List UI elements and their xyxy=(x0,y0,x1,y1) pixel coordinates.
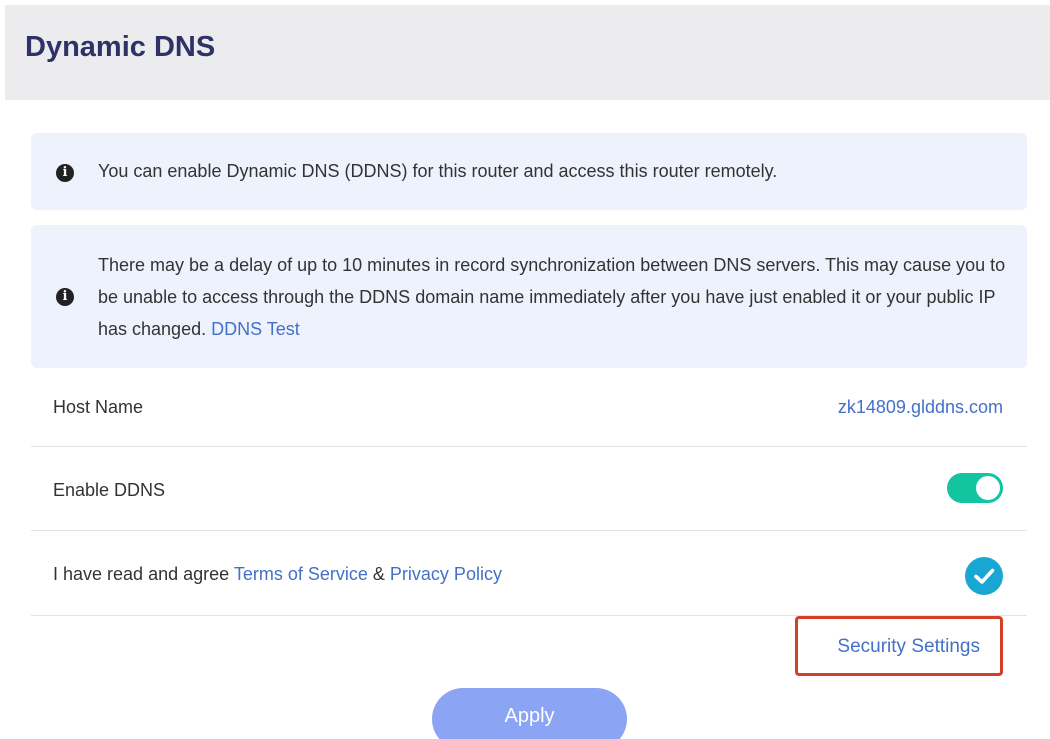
privacy-policy-link[interactable]: Privacy Policy xyxy=(390,564,502,584)
toggle-knob xyxy=(976,476,1000,500)
page-title: Dynamic DNS xyxy=(25,31,216,63)
terms-agreement-row: I have read and agree Terms of Service &… xyxy=(31,531,1027,616)
apply-button[interactable]: Apply xyxy=(432,688,627,739)
info-icon: i xyxy=(56,288,74,306)
security-settings-highlight: Security Settings xyxy=(795,616,1003,676)
page-header: Dynamic DNS xyxy=(5,5,1050,100)
enable-ddns-toggle[interactable] xyxy=(947,473,1003,503)
ddns-test-link[interactable]: DDNS Test xyxy=(211,319,300,339)
terms-of-service-link[interactable]: Terms of Service xyxy=(234,564,368,584)
host-name-row: Host Name zk14809.glddns.com xyxy=(31,368,1027,447)
info-icon: i xyxy=(56,164,74,182)
enable-ddns-row: Enable DDNS xyxy=(31,447,1027,531)
agree-checkbox[interactable] xyxy=(965,557,1003,595)
terms-prefix-text: I have read and agree xyxy=(53,564,230,584)
host-name-label: Host Name xyxy=(53,397,144,417)
terms-separator: & xyxy=(372,564,385,584)
info-notice-text: You can enable Dynamic DNS (DDNS) for th… xyxy=(98,161,778,181)
info-notice-ddns: i You can enable Dynamic DNS (DDNS) for … xyxy=(31,133,1027,210)
security-settings-link[interactable]: Security Settings xyxy=(837,636,980,658)
enable-ddns-label: Enable DDNS xyxy=(53,480,166,500)
dynamic-dns-page: Dynamic DNS i You can enable Dynamic DNS… xyxy=(0,0,1050,739)
info-notice-text: There may be a delay of up to 10 minutes… xyxy=(98,249,1007,345)
info-notice-delay: i There may be a delay of up to 10 minut… xyxy=(31,225,1027,368)
terms-agreement-label: I have read and agree Terms of Service &… xyxy=(53,564,502,585)
host-name-value: zk14809.glddns.com xyxy=(837,397,1003,417)
checkmark-icon xyxy=(974,568,995,584)
